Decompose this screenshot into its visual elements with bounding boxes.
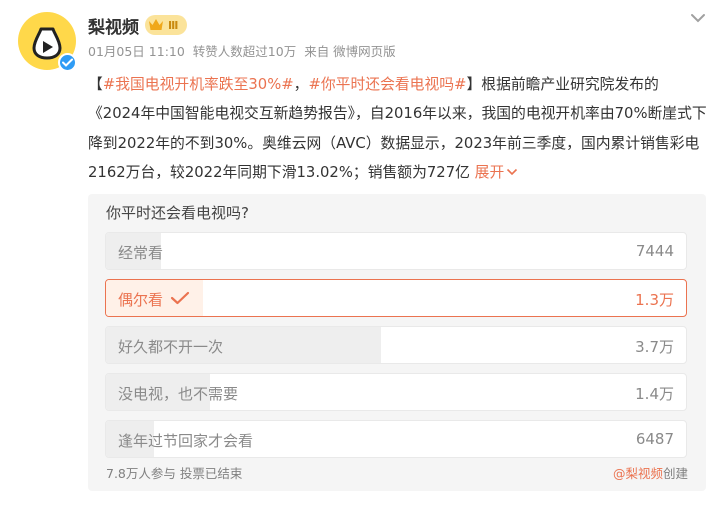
poll-option-count: 7444 — [635, 242, 674, 260]
poll-option-no-tv[interactable]: 没电视，也不需要 1.4万 — [105, 373, 687, 411]
verified-badge — [58, 53, 77, 72]
poll-status: 7.8万人参与 投票已结束 — [106, 466, 243, 481]
poll-option-label: 好久都不开一次 — [118, 338, 224, 356]
post-text: 【#我国电视开机率跌至30%#，#你平时还会看电视吗#】根据前瞻产业研究院发布的… — [88, 70, 708, 187]
verified-check-icon — [62, 58, 73, 67]
post-likes-info: 转赞人数超过10万 — [192, 44, 297, 59]
account-name[interactable]: 梨视频 — [88, 13, 139, 38]
bracket-close: 】 — [466, 76, 482, 93]
poll-option-count: 3.7万 — [635, 338, 674, 356]
crown-icon — [149, 19, 163, 30]
bracket-open: 【 — [88, 76, 103, 93]
separator: ， — [293, 76, 309, 93]
post-date[interactable]: 01月05日 11:10 — [88, 44, 185, 59]
post-meta: 01月05日 11:10 转赞人数超过10万 来自 微博网页版 — [88, 41, 400, 60]
poll-option-count: 1.3万 — [635, 291, 674, 309]
poll-option-label: 没电视，也不需要 — [118, 385, 239, 403]
poll-question: 你平时还会看电视吗? — [106, 204, 249, 222]
check-icon — [170, 291, 190, 305]
hashtag-tv-rate[interactable]: #我国电视开机率跌至30%# — [103, 76, 294, 93]
post-source[interactable]: 来自 微博网页版 — [304, 44, 395, 59]
poll-creator: @梨视频创建 — [613, 463, 688, 482]
poll-option-count: 6487 — [635, 430, 674, 448]
poll-option-occasionally[interactable]: 偶尔看 1.3万 — [105, 279, 687, 317]
vip-level: Ⅲ — [168, 18, 179, 32]
expand-link[interactable]: 展开 — [475, 164, 519, 181]
poll-option-often[interactable]: 经常看 7444 — [105, 232, 687, 270]
poll-option-count: 1.4万 — [635, 385, 674, 403]
poll-option-rarely[interactable]: 好久都不开一次 3.7万 — [105, 326, 687, 364]
poll-option-label: 偶尔看 — [118, 291, 164, 309]
hashtag-watch-tv[interactable]: #你平时还会看电视吗# — [308, 76, 466, 93]
vip-badge[interactable]: Ⅲ — [145, 15, 187, 35]
more-menu-chevron-icon[interactable] — [688, 10, 708, 26]
poll-card: 你平时还会看电视吗? 经常看 7444 偶尔看 1.3万 好久都不开一次 3.7… — [88, 194, 706, 491]
poll-option-holidays[interactable]: 逢年过节回家才会看 6487 — [105, 420, 687, 458]
poll-creator-link[interactable]: @梨视频 — [613, 466, 663, 481]
poll-option-label: 逢年过节回家才会看 — [118, 432, 254, 450]
poll-option-label: 经常看 — [118, 244, 164, 262]
poll-creator-suffix: 创建 — [662, 466, 688, 481]
expand-label: 展开 — [474, 163, 505, 181]
chevron-down-icon — [507, 168, 518, 176]
